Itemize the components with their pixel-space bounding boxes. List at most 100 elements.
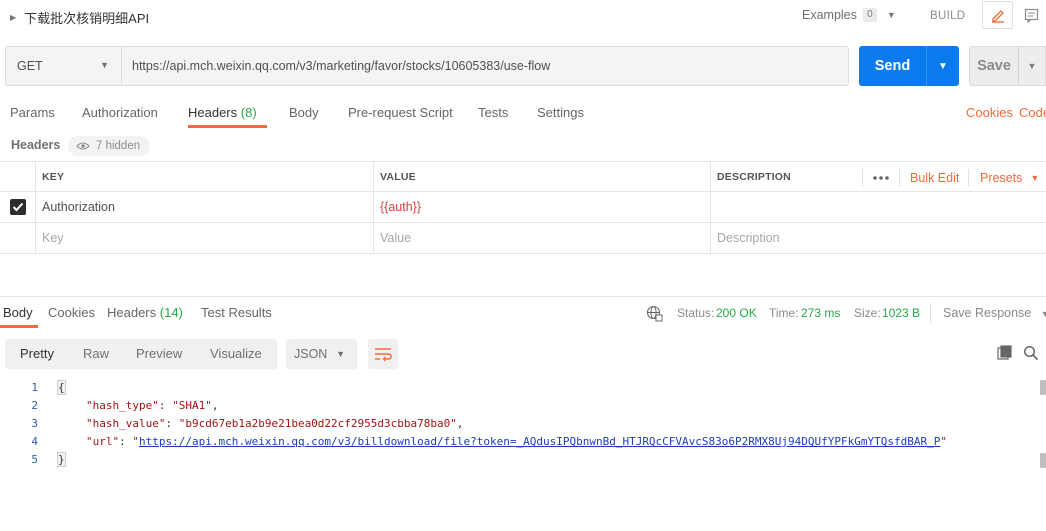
time-value[interactable]: 273 ms	[801, 306, 840, 320]
more-dots-icon	[873, 175, 889, 180]
wrap-lines-icon	[375, 348, 392, 362]
json-key: "hash_value"	[86, 417, 166, 430]
open-brace: {	[57, 380, 66, 395]
pencil-icon	[991, 10, 1004, 23]
header-description-cell[interactable]	[710, 192, 1046, 222]
checkmark-icon	[12, 202, 23, 212]
cookies-link[interactable]: Cookies	[966, 105, 1013, 120]
status-divider	[930, 303, 931, 323]
presets-label: Presets	[980, 170, 1023, 185]
more-options-icon[interactable]	[872, 162, 890, 193]
table-header-check	[0, 162, 35, 191]
presets-dropdown[interactable]: Presets ▼	[980, 162, 1039, 193]
expand-triangle-icon[interactable]: ▶	[10, 13, 16, 22]
response-tab-headers[interactable]: Headers (14)	[107, 305, 183, 320]
http-method-value: GET	[17, 59, 43, 73]
response-body-viewer[interactable]: 1 2 3 4 5 { "hash_type": "SHA1", "hash_v…	[0, 378, 1046, 531]
column-header-value: VALUE	[373, 162, 710, 191]
format-visualize-button[interactable]: Visualize	[210, 346, 262, 361]
line-number: 4	[31, 435, 38, 448]
globe-icon[interactable]	[646, 305, 663, 322]
tab-prerequest-script[interactable]: Pre-request Script	[348, 105, 453, 120]
new-value-input[interactable]: Value	[373, 223, 710, 253]
response-tab-test-results[interactable]: Test Results	[201, 305, 272, 320]
new-description-input[interactable]: Description	[710, 223, 1046, 253]
response-tab-body[interactable]: Body	[3, 305, 33, 320]
json-key: "hash_type"	[86, 399, 159, 412]
active-response-tab-indicator	[0, 325, 38, 328]
tab-headers[interactable]: Headers (8)	[188, 105, 257, 120]
wrap-lines-button[interactable]	[368, 339, 398, 369]
header-actions-divider	[899, 169, 900, 187]
header-enabled-checkbox[interactable]	[9, 199, 26, 215]
line-number: 2	[31, 399, 38, 412]
save-label: Save	[977, 58, 1011, 74]
scrollbar-marker	[1040, 453, 1046, 468]
bulk-edit-link[interactable]: Bulk Edit	[910, 162, 959, 193]
save-response-label: Save Response	[943, 306, 1032, 320]
url-input[interactable]: https://api.mch.weixin.qq.com/v3/marketi…	[121, 46, 849, 86]
time-label: Time:	[769, 306, 799, 320]
chevron-down-icon: ▼	[1030, 172, 1040, 183]
save-options-caret-icon[interactable]: ▼	[1019, 61, 1045, 71]
language-select[interactable]: JSON ▼	[286, 339, 357, 369]
send-button[interactable]: Send ▼	[859, 46, 959, 86]
request-tabs: Params Authorization Headers (8) Body Pr…	[0, 100, 1046, 130]
code-link[interactable]: Code	[1019, 105, 1046, 120]
header-value-cell[interactable]: {{auth}}	[373, 192, 710, 222]
request-title-text: 下载批次核销明细API	[24, 11, 150, 26]
format-pretty-button[interactable]: Pretty	[20, 346, 54, 361]
send-options-caret-icon[interactable]: ▼	[927, 61, 959, 72]
format-raw-button[interactable]: Raw	[83, 346, 109, 361]
format-preview-button[interactable]: Preview	[136, 346, 182, 361]
chevron-down-icon: ▼	[100, 60, 109, 70]
close-brace: }	[57, 452, 66, 467]
json-value: "SHA1"	[172, 399, 212, 412]
save-response-dropdown[interactable]: Save Response ▼	[943, 306, 1046, 320]
edit-button[interactable]	[982, 1, 1013, 29]
request-title[interactable]: ▶ 下载批次核销明细API	[10, 8, 149, 27]
copy-icon[interactable]	[997, 345, 1013, 361]
response-tab-cookies[interactable]: Cookies	[48, 305, 95, 320]
line-number: 3	[31, 417, 38, 430]
headers-section-label: Headers	[11, 138, 61, 152]
code-line: }	[57, 452, 66, 467]
tab-settings[interactable]: Settings	[537, 105, 584, 120]
examples-dropdown[interactable]: Examples 0 ▼	[802, 8, 896, 22]
header-actions-divider	[862, 169, 863, 187]
http-method-select[interactable]: GET ▼	[5, 46, 121, 86]
tab-tests[interactable]: Tests	[478, 105, 508, 120]
header-key-cell[interactable]: Authorization	[35, 192, 373, 222]
table-row: Authorization {{auth}}	[0, 192, 1046, 223]
response-tab-headers-label: Headers	[107, 305, 157, 320]
comments-button[interactable]	[1016, 1, 1046, 29]
code-line: "hash_type": "SHA1",	[86, 399, 219, 412]
line-number: 5	[31, 453, 38, 466]
build-mode-button[interactable]: BUILD	[930, 10, 965, 22]
hidden-headers-toggle[interactable]: 7 hidden	[68, 136, 151, 156]
table-row-new: Key Value Description	[0, 223, 1046, 254]
column-header-key: KEY	[35, 162, 373, 191]
json-url-link[interactable]: https://api.mch.weixin.qq.com/v3/billdow…	[139, 435, 940, 448]
search-icon[interactable]	[1023, 345, 1039, 361]
response-tab-headers-count: (14)	[159, 305, 183, 320]
size-label: Size:	[854, 306, 881, 320]
json-value: "b9cd67eb1a2b9e21bea0d22cf2955d3cbba78ba…	[178, 417, 457, 430]
language-value: JSON	[294, 347, 328, 361]
tab-authorization[interactable]: Authorization	[82, 105, 158, 120]
save-button[interactable]: Save ▼	[969, 46, 1046, 86]
new-key-input[interactable]: Key	[35, 223, 373, 253]
code-line: "hash_value": "b9cd67eb1a2b9e21bea0d22cf…	[86, 417, 464, 430]
header-actions-divider	[968, 169, 969, 187]
tab-body[interactable]: Body	[289, 105, 319, 120]
hidden-headers-label: 7 hidden	[96, 140, 141, 152]
code-line: {	[57, 380, 66, 395]
size-value[interactable]: 1023 B	[882, 306, 920, 320]
status-value[interactable]: 200 OK	[716, 306, 757, 320]
row-checkbox-cell	[0, 192, 35, 222]
tab-params[interactable]: Params	[10, 105, 55, 120]
scrollbar-thumb[interactable]	[1040, 380, 1046, 395]
chevron-down-icon: ▼	[336, 349, 345, 359]
examples-label: Examples	[802, 8, 857, 22]
send-label: Send	[874, 58, 911, 74]
